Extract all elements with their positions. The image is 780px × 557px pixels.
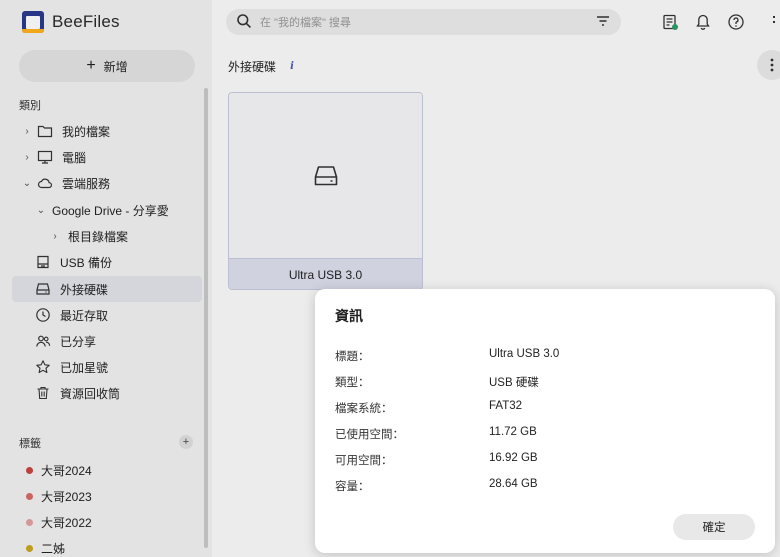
sidebar-item-root-files[interactable]: › 根目錄檔案 <box>12 223 202 249</box>
tag-label: 大哥2022 <box>41 515 92 530</box>
tags-section-label: 標籤 <box>19 438 41 450</box>
breadcrumb: 外接硬碟 i <box>228 58 298 75</box>
tag-label: 大哥2024 <box>41 463 92 478</box>
filter-icon[interactable] <box>595 13 611 32</box>
drive-card-label: Ultra USB 3.0 <box>229 258 422 289</box>
more-options-button[interactable] <box>757 50 780 80</box>
sidebar-item-label: 我的檔案 <box>62 124 111 139</box>
tasks-icon[interactable] <box>660 12 680 32</box>
tag-item[interactable]: 大哥2022 <box>26 512 92 532</box>
info-value: 28.64 GB <box>489 478 538 490</box>
sidebar-item-cloud-services[interactable]: ⌄ 雲端服務 <box>12 170 202 196</box>
sidebar-item-label: 電腦 <box>62 150 87 165</box>
tag-color-dot <box>26 544 33 552</box>
category-section-label: 類別 <box>19 100 41 112</box>
drive-card[interactable]: Ultra USB 3.0 <box>228 92 423 290</box>
app-window: BeeFiles + 新增 類別 › 我的檔案 › 電腦 ⌄ 雲端服務 ⌄ Go… <box>0 0 780 557</box>
tag-label: 大哥2023 <box>41 489 92 504</box>
dialog-title: 資訊 <box>335 308 363 324</box>
sidebar-item-usb-backup[interactable]: USB 備份 <box>12 249 202 275</box>
new-button-label: 新增 <box>103 59 128 74</box>
sidebar-item-label: Google Drive - 分享愛 <box>52 203 169 218</box>
sidebar-item-label: 外接硬碟 <box>60 282 109 297</box>
info-value: 16.92 GB <box>489 452 538 464</box>
usb-drive-icon <box>34 253 52 271</box>
sidebar-item-my-files[interactable]: › 我的檔案 <box>12 118 202 144</box>
computer-icon <box>36 148 54 166</box>
cloud-icon <box>36 174 54 192</box>
info-key: 類型： <box>335 377 370 389</box>
sidebar-item-label: 根目錄檔案 <box>68 229 129 244</box>
sidebar-item-google-drive[interactable]: ⌄ Google Drive - 分享愛 <box>12 197 202 223</box>
sidebar-item-label: 資源回收筒 <box>60 386 121 401</box>
info-key: 容量： <box>335 481 370 493</box>
help-icon[interactable] <box>726 12 746 32</box>
clock-icon <box>34 306 52 324</box>
tag-color-dot <box>26 518 33 526</box>
info-key: 已使用空間： <box>335 429 404 441</box>
ok-button[interactable]: 確定 <box>673 514 755 540</box>
sidebar-item-label: 最近存取 <box>60 308 109 323</box>
app-name: BeeFiles <box>52 12 120 31</box>
info-value: 11.72 GB <box>489 426 537 438</box>
sidebar: BeeFiles + 新增 類別 › 我的檔案 › 電腦 ⌄ 雲端服務 ⌄ Go… <box>0 0 212 557</box>
page-title: 外接硬碟 <box>228 60 277 74</box>
sidebar-item-trash[interactable]: 資源回收筒 <box>12 380 202 406</box>
sidebar-item-label: 已加星號 <box>60 360 109 375</box>
add-tag-button[interactable]: + <box>179 435 193 449</box>
tag-item[interactable]: 二姊 <box>26 538 65 557</box>
sidebar-item-external-drive[interactable]: 外接硬碟 <box>12 276 202 302</box>
people-icon <box>34 332 52 350</box>
chevron-right-icon[interactable]: › <box>22 152 32 163</box>
tag-color-dot <box>26 466 33 474</box>
beefiles-logo-icon <box>22 11 44 33</box>
sidebar-scrollbar[interactable] <box>204 88 208 548</box>
sidebar-item-recent[interactable]: 最近存取 <box>12 302 202 328</box>
info-dialog: 資訊 標題： Ultra USB 3.0 類型： USB 硬碟 檔案系統： FA… <box>315 289 775 553</box>
vertical-divider <box>768 12 780 32</box>
new-button[interactable]: + 新增 <box>19 50 195 82</box>
star-icon <box>34 358 52 376</box>
info-value: Ultra USB 3.0 <box>489 348 560 360</box>
tag-item[interactable]: 大哥2023 <box>26 486 92 506</box>
folder-icon <box>36 122 54 140</box>
chevron-down-icon[interactable]: ⌄ <box>36 205 46 216</box>
sidebar-item-label: 雲端服務 <box>62 176 111 191</box>
chevron-right-icon[interactable]: › <box>50 231 60 242</box>
sidebar-item-starred[interactable]: 已加星號 <box>12 354 202 380</box>
info-value: FAT32 <box>489 400 523 412</box>
more-vertical-icon <box>770 58 774 72</box>
drive-thumbnail <box>229 93 422 258</box>
search-icon[interactable] <box>236 13 252 32</box>
tag-color-dot <box>26 492 33 500</box>
search-input[interactable]: 在 "我的檔案" 搜尋 <box>260 14 587 30</box>
search-bar[interactable]: 在 "我的檔案" 搜尋 <box>226 9 621 35</box>
info-key: 標題： <box>335 351 370 363</box>
hard-drive-icon <box>314 165 337 185</box>
sidebar-item-computer[interactable]: › 電腦 <box>12 144 202 170</box>
tag-item[interactable]: 大哥2024 <box>26 460 92 480</box>
chevron-down-icon[interactable]: ⌄ <box>22 178 32 189</box>
sidebar-item-shared[interactable]: 已分享 <box>12 328 202 354</box>
plus-icon: + <box>86 57 96 74</box>
info-key: 可用空間： <box>335 455 393 467</box>
external-drive-icon <box>34 280 52 298</box>
sidebar-item-label: USB 備份 <box>60 255 113 270</box>
brand[interactable]: BeeFiles <box>22 10 120 34</box>
chevron-right-icon[interactable]: › <box>22 126 32 137</box>
info-value: USB 硬碟 <box>489 377 539 389</box>
sidebar-item-label: 已分享 <box>60 334 97 349</box>
info-icon[interactable]: i <box>286 61 298 73</box>
bell-icon[interactable] <box>693 12 713 32</box>
tag-label: 二姊 <box>41 541 66 556</box>
trash-icon <box>34 384 52 402</box>
info-key: 檔案系統： <box>335 403 393 415</box>
